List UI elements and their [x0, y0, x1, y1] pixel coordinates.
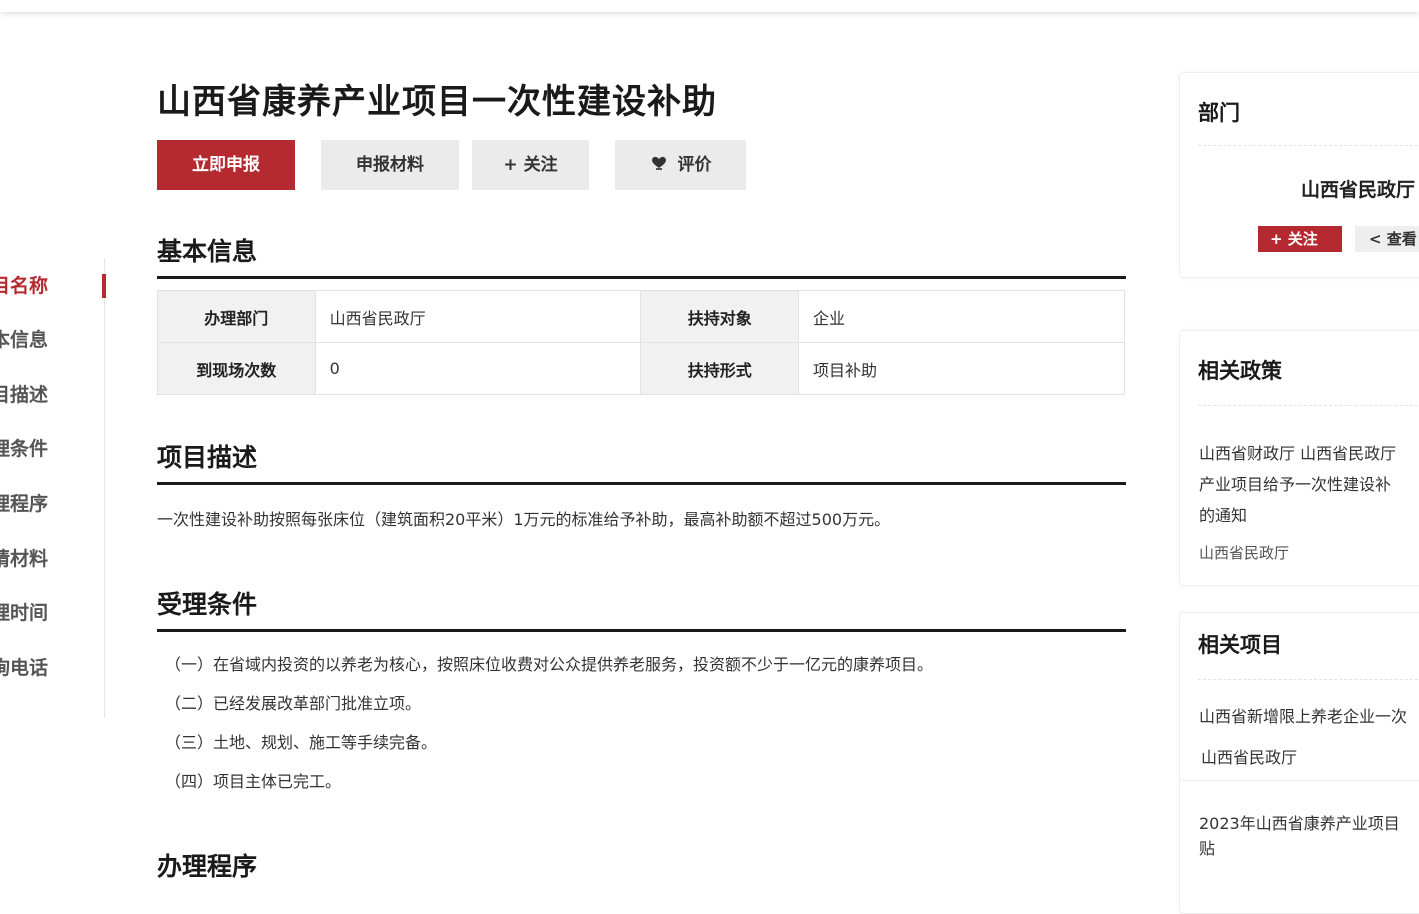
page-title: 山西省康养产业项目一次性建设补助	[157, 82, 717, 122]
form-label: 扶持形式	[640, 342, 800, 395]
top-header-bar	[0, 0, 1419, 12]
dept-card: 部门 山西省民政厅 + 关注 < 查看	[1179, 72, 1419, 278]
anchor-item-materials[interactable]: 申请材料	[0, 544, 104, 574]
table-row: 办理部门 山西省民政厅 扶持对象 企业	[157, 290, 1125, 343]
policy-title-line[interactable]: 产业项目给予一次性建设补	[1199, 471, 1391, 495]
condition-item: （四）项目主体已完工。	[165, 772, 342, 791]
anchor-item-procedure[interactable]: 办理程序	[0, 489, 104, 519]
review-button-label: 评价	[677, 155, 712, 175]
condition-item: （三）土地、规划、施工等手续完备。	[165, 733, 438, 752]
condition-item: （一）在省域内投资的以养老为核心，按照床位收费对公众提供养老服务，投资额不少于一…	[165, 655, 934, 674]
heart-hand-icon	[650, 140, 668, 190]
procedure-heading: 办理程序	[157, 852, 258, 881]
dept-view-button[interactable]: < 查看	[1355, 226, 1419, 252]
materials-button[interactable]: 申报材料	[321, 140, 459, 190]
target-label: 扶持对象	[640, 290, 800, 343]
policy-source: 山西省民政厅	[1199, 544, 1290, 562]
policy-title-line[interactable]: 山西省财政厅 山西省民政厅	[1199, 440, 1396, 464]
policies-heading: 相关政策	[1198, 359, 1282, 383]
visits-value: 0	[314, 342, 642, 395]
project-title-line[interactable]: 2023年山西省康养产业项目	[1199, 810, 1400, 834]
anchor-item-basic-info[interactable]: 基本信息	[0, 325, 104, 355]
target-value: 企业	[798, 290, 1125, 343]
anchor-item-time[interactable]: 办理时间	[0, 598, 104, 628]
form-value: 项目补助	[798, 342, 1125, 395]
anchor-item-conditions[interactable]: 受理条件	[0, 434, 104, 464]
description-heading: 项目描述	[157, 438, 1126, 485]
project-title[interactable]: 山西省新增限上养老企业一次	[1199, 703, 1407, 727]
divider	[1198, 145, 1419, 146]
basic-info-heading: 基本信息	[157, 232, 1126, 279]
divider	[1198, 679, 1419, 680]
related-projects-card: 相关项目 山西省新增限上养老企业一次 山西省民政厅 2023年山西省康养产业项目…	[1179, 612, 1419, 914]
anchor-item-project-name[interactable]: 项目名称	[0, 271, 106, 301]
visits-label: 到现场次数	[157, 342, 316, 395]
anchor-item-description[interactable]: 项目描述	[0, 380, 104, 410]
follow-button[interactable]: + 关注	[472, 140, 589, 190]
dept-name[interactable]: 山西省民政厅	[1301, 175, 1415, 202]
basic-info-table: 办理部门 山西省民政厅 扶持对象 企业 到现场次数 0 扶持形式 项目补助	[157, 290, 1125, 395]
table-row: 到现场次数 0 扶持形式 项目补助	[157, 342, 1125, 395]
policy-title-line[interactable]: 的通知	[1199, 502, 1247, 526]
review-button[interactable]: 评价	[615, 140, 746, 190]
projects-heading: 相关项目	[1198, 633, 1282, 657]
apply-now-button[interactable]: 立即申报	[157, 140, 295, 190]
divider	[1198, 405, 1419, 406]
anchor-item-phone[interactable]: 咨询电话	[0, 653, 104, 683]
conditions-heading: 受理条件	[157, 585, 1126, 632]
description-text: 一次性建设补助按照每张床位（建筑面积20平米）1万元的标准给予补助，最高补助额不…	[157, 510, 891, 529]
condition-item: （二）已经发展改革部门批准立项。	[165, 694, 422, 713]
related-policies-card: 相关政策 山西省财政厅 山西省民政厅 产业项目给予一次性建设补 的通知 山西省民…	[1179, 330, 1419, 586]
dept-label: 办理部门	[157, 290, 316, 343]
dept-value: 山西省民政厅	[314, 290, 642, 343]
dept-card-heading: 部门	[1198, 101, 1240, 125]
project-title-line[interactable]: 贴	[1199, 835, 1215, 859]
dept-follow-button[interactable]: + 关注	[1258, 226, 1342, 252]
divider	[1180, 780, 1419, 781]
project-source: 山西省民政厅	[1201, 748, 1298, 767]
anchor-nav: 项目名称 基本信息 项目描述 受理条件 办理程序 申请材料 办理时间 咨询电话	[0, 258, 106, 718]
